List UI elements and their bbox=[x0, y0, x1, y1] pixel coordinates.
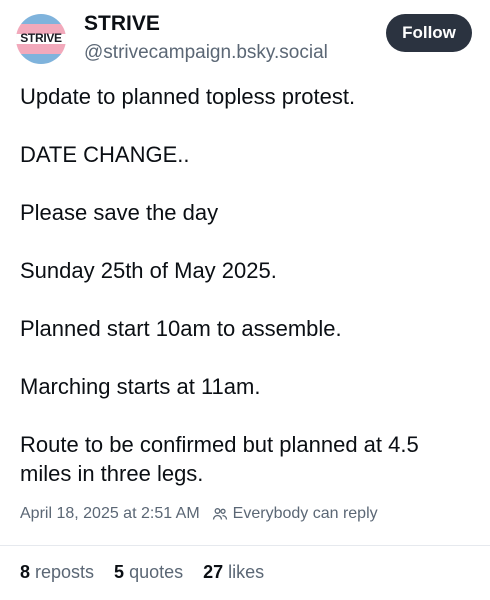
post-body: Update to planned topless protest. DATE … bbox=[20, 82, 476, 517]
user-handle[interactable]: @strivecampaign.bsky.social bbox=[84, 42, 328, 64]
post-header: STRIVE STRIVE @strivecampaign.bsky.socia… bbox=[0, 0, 490, 80]
display-name[interactable]: STRIVE bbox=[84, 12, 160, 36]
post-meta: April 18, 2025 at 2:51 AM Everybody can … bbox=[20, 505, 378, 523]
quotes-stat[interactable]: 5 quotes bbox=[114, 562, 183, 583]
post-paragraph: Marching starts at 11am. bbox=[20, 374, 261, 399]
post-paragraph: Route to be confirmed but planned at 4.5… bbox=[20, 432, 419, 486]
likes-stat[interactable]: 27 likes bbox=[203, 562, 264, 583]
follow-button[interactable]: Follow bbox=[386, 14, 472, 52]
divider bbox=[0, 545, 490, 546]
avatar[interactable]: STRIVE bbox=[16, 14, 66, 64]
post-paragraph: DATE CHANGE.. bbox=[20, 142, 190, 167]
avatar-logo-text: STRIVE bbox=[20, 31, 62, 45]
engagement-stats: 8 reposts 5 quotes 27 likes bbox=[20, 562, 284, 583]
post-timestamp[interactable]: April 18, 2025 at 2:51 AM bbox=[20, 505, 200, 523]
reposts-stat[interactable]: 8 reposts bbox=[20, 562, 94, 583]
post-paragraph: Sunday 25th of May 2025. bbox=[20, 258, 277, 283]
post-paragraph: Planned start 10am to assemble. bbox=[20, 316, 342, 341]
reposts-count: 8 bbox=[20, 562, 31, 582]
reposts-label: reposts bbox=[35, 562, 95, 582]
post-paragraph: Update to planned topless protest. bbox=[20, 84, 356, 109]
likes-label: likes bbox=[228, 562, 265, 582]
reply-setting[interactable]: Everybody can reply bbox=[233, 505, 378, 523]
quotes-count: 5 bbox=[114, 562, 125, 582]
likes-count: 27 bbox=[203, 562, 224, 582]
people-icon bbox=[212, 508, 227, 520]
quotes-label: quotes bbox=[129, 562, 184, 582]
post-paragraph: Please save the day bbox=[20, 200, 219, 225]
